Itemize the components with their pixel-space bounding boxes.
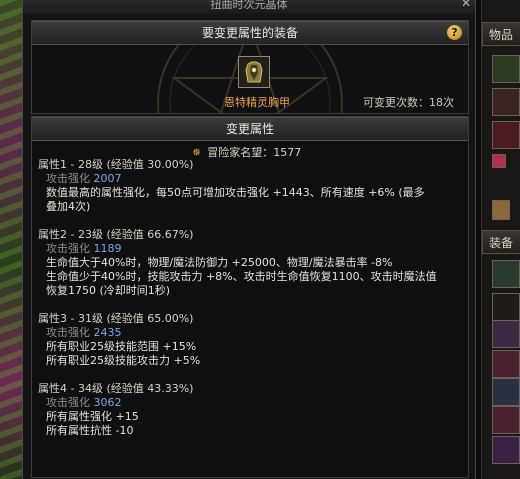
attribute-heading: 属性1 - 28级 (经验值 30.00%) xyxy=(38,158,194,171)
inventory-slot[interactable] xyxy=(492,55,520,83)
help-icon[interactable]: ? xyxy=(447,25,462,40)
attribute-base-label: 攻击强化 xyxy=(46,242,94,255)
attribute-base-stat: 攻击强化 3062 xyxy=(38,396,458,410)
equipment-item-name: 恩特精灵胸甲 xyxy=(224,96,290,109)
inventory-side-panel: 物品 装备 xyxy=(481,0,520,479)
remaining-changes-label: 可变更次数：18次 xyxy=(363,96,454,109)
attribute-block-2[interactable]: 属性2 - 23级 (经验值 66.67%) 攻击强化 1189 生命值大于40… xyxy=(38,228,458,298)
equipment-slot[interactable] xyxy=(492,320,520,348)
attribute-heading: 属性2 - 23级 (经验值 66.67%) xyxy=(38,228,194,241)
attribute-block-3[interactable]: 属性3 - 31级 (经验值 65.00%) 攻击强化 2435 所有职业25级… xyxy=(38,312,458,368)
attribute-desc-line: 恢复1750 (冷却时间1秒) xyxy=(46,284,171,297)
equipment-panel: 要变更属性的装备 ? 恩特精灵胸甲 可变更次数：18次 xyxy=(31,20,469,114)
equipment-slot[interactable] xyxy=(492,350,520,378)
attribute-base-value: 2435 xyxy=(93,326,122,339)
window-title: 扭曲时次元晶体 ✕ xyxy=(23,0,475,14)
tab-equip[interactable]: 装备 xyxy=(482,230,520,254)
inventory-slot[interactable] xyxy=(492,200,510,220)
attribute-base-value: 3062 xyxy=(93,396,122,409)
change-section-title: 变更属性 xyxy=(225,122,274,136)
attribute-change-panel: 变更属性 ✵ 冒险家名望：1577 属性1 - 28级 (经验值 30.00%) … xyxy=(31,116,469,478)
inventory-slot[interactable] xyxy=(492,154,506,168)
attribute-base-value: 2007 xyxy=(93,172,122,185)
equipment-section-title: 要变更属性的装备 xyxy=(201,26,298,40)
equipment-slot[interactable] xyxy=(492,436,520,464)
close-icon[interactable]: ✕ xyxy=(461,0,471,9)
window-title-text: 扭曲时次元晶体 xyxy=(210,0,288,11)
inventory-slot[interactable] xyxy=(492,88,520,116)
tab-items[interactable]: 物品 xyxy=(482,22,520,46)
attribute-desc-line: 所有职业25级技能范围 +15% xyxy=(46,340,197,353)
attribute-block-4[interactable]: 属性4 - 34级 (经验值 43.33%) 攻击强化 3062 所有属性强化 … xyxy=(38,382,458,438)
equipment-slot[interactable] xyxy=(492,293,520,321)
equipment-item-slot[interactable] xyxy=(238,56,270,88)
attribute-base-stat: 攻击强化 2007 xyxy=(38,172,458,186)
dimension-crystal-window: 扭曲时次元晶体 ✕ 要变更属性的装备 ? 恩特精灵胸甲 可变更次数：18次 变更… xyxy=(22,0,476,479)
inventory-slot[interactable] xyxy=(492,121,520,149)
attribute-desc-line: 数值最高的属性强化，每50点可增加攻击强化 +1443、所有速度 +6% (最多 xyxy=(46,186,425,199)
attribute-base-stat: 攻击强化 1189 xyxy=(38,242,458,256)
attribute-base-label: 攻击强化 xyxy=(46,396,94,409)
attribute-desc-line: 生命值大于40%时，物理/魔法防御力 +25000、物理/魔法暴击率 -8% xyxy=(46,256,393,269)
attribute-base-label: 攻击强化 xyxy=(46,326,94,339)
equipment-slot[interactable] xyxy=(492,260,520,288)
equipment-section-header: 要变更属性的装备 ? xyxy=(32,21,468,45)
attribute-desc-line: 所有属性抗性 -10 xyxy=(46,424,134,437)
attribute-heading: 属性3 - 31级 (经验值 65.00%) xyxy=(38,312,194,325)
attribute-desc-line: 叠加4次) xyxy=(46,200,91,213)
attribute-base-stat: 攻击强化 2435 xyxy=(38,326,458,340)
attribute-base-value: 1189 xyxy=(93,242,122,255)
attribute-block-1[interactable]: 属性1 - 28级 (经验值 30.00%) 攻击强化 2007 数值最高的属性… xyxy=(38,158,458,214)
attribute-heading: 属性4 - 34级 (经验值 43.33%) xyxy=(38,382,194,395)
attribute-desc-line: 所有职业25级技能攻击力 +5% xyxy=(46,354,201,367)
equipment-slot[interactable] xyxy=(492,378,520,406)
attribute-desc-line: 所有属性强化 +15 xyxy=(46,410,139,423)
attribute-base-label: 攻击强化 xyxy=(46,172,94,185)
change-section-header: 变更属性 xyxy=(32,117,468,141)
chest-armor-icon xyxy=(239,57,269,87)
equipment-slot[interactable] xyxy=(492,406,520,434)
attribute-desc-line: 生命值少于40%时，技能攻击力 +8%、攻击时生命值恢复1100、攻击时魔法值 xyxy=(46,270,437,283)
